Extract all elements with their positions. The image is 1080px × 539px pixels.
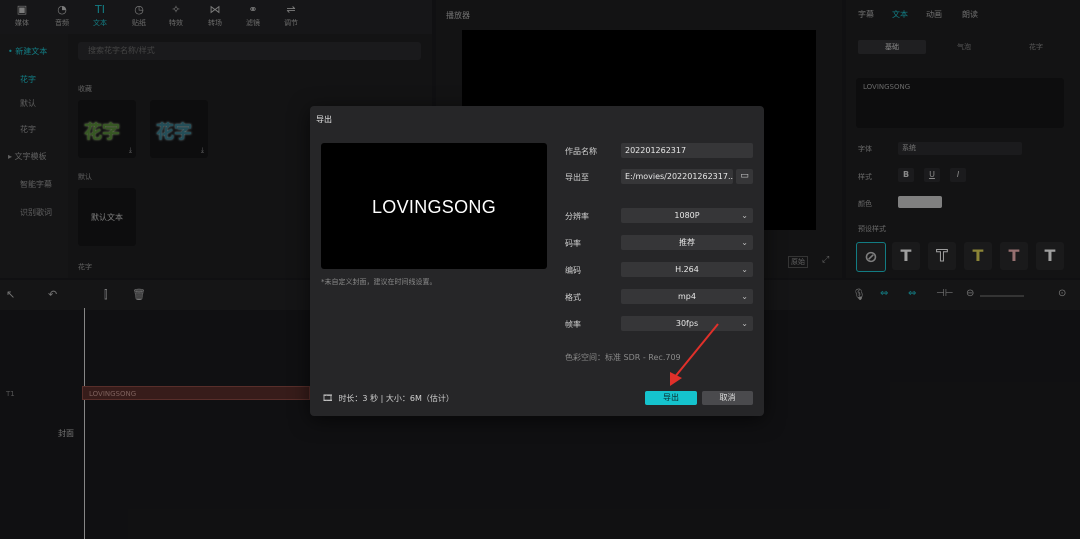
chevron-down-icon: ⌄: [741, 292, 748, 301]
chevron-down-icon: ⌄: [741, 238, 748, 247]
path-input[interactable]: E:/movies/202201262317...: [621, 169, 733, 184]
resolution-select[interactable]: 1080P ⌄: [621, 208, 753, 223]
chevron-down-icon: ⌄: [741, 211, 748, 220]
film-icon: 🎞: [322, 394, 334, 404]
path-label: 导出至: [565, 173, 589, 182]
export-button[interactable]: 导出: [645, 391, 697, 405]
name-label: 作品名称: [565, 147, 597, 156]
format-label: 格式: [565, 293, 581, 302]
cover-hint: *未自定义封面，建议在时间线设置。: [321, 278, 437, 286]
bitrate-label: 码率: [565, 239, 581, 248]
name-input[interactable]: 202201262317: [621, 143, 753, 158]
preview-text: LOVINGSONG: [371, 197, 497, 217]
fps-label: 帧率: [565, 320, 581, 329]
resolution-label: 分辨率: [565, 212, 589, 221]
format-select[interactable]: mp4 ⌄: [621, 289, 753, 304]
chevron-down-icon: ⌄: [741, 319, 748, 328]
annotation-arrow: [670, 323, 719, 386]
bitrate-select[interactable]: 推荐 ⌄: [621, 235, 753, 250]
dialog-title: 导出: [316, 115, 332, 124]
codec-select[interactable]: H.264 ⌄: [621, 262, 753, 277]
folder-icon[interactable]: ▭: [736, 169, 753, 184]
chevron-down-icon: ⌄: [741, 265, 748, 274]
export-info: 🎞 时长：3 秒 | 大小：6M（估计）: [322, 394, 454, 404]
cancel-button[interactable]: 取消: [702, 391, 753, 405]
codec-label: 编码: [565, 266, 581, 275]
